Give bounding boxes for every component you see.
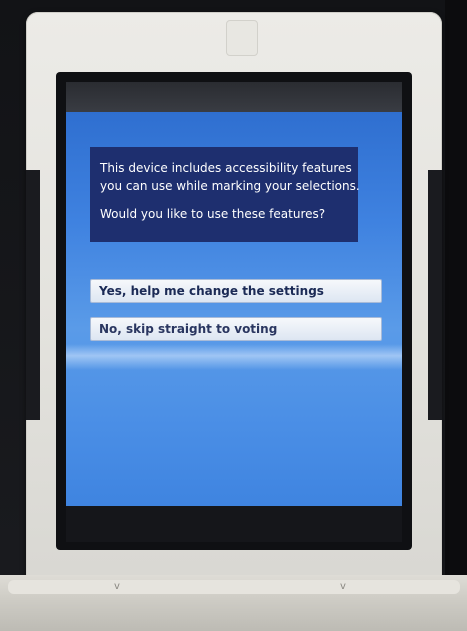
yes-change-settings-button[interactable]: Yes, help me change the settings xyxy=(90,279,382,303)
device-base-lip xyxy=(8,580,460,594)
bezel-notch-right xyxy=(428,170,442,420)
background xyxy=(445,0,467,631)
touch-screen: This device includes accessibility featu… xyxy=(66,112,402,506)
prompt-question: Would you like to use these features? xyxy=(100,207,326,221)
prompt-line-2: you can use while marking your selection… xyxy=(100,179,360,193)
chevron-down-icon: v xyxy=(114,581,120,592)
no-skip-to-voting-button[interactable]: No, skip straight to voting xyxy=(90,317,382,341)
bezel-notch-left xyxy=(26,170,40,420)
screen-top-bar xyxy=(66,82,402,114)
photo-scene: v v This device includes accessibility f… xyxy=(0,0,467,631)
screen-bottom-bar xyxy=(66,506,402,542)
prompt-line-1: This device includes accessibility featu… xyxy=(100,161,352,175)
screen-glare xyxy=(66,344,402,370)
accessibility-prompt-panel: This device includes accessibility featu… xyxy=(90,147,360,242)
chevron-down-icon: v xyxy=(340,581,346,592)
device-logo-icon xyxy=(226,20,258,56)
